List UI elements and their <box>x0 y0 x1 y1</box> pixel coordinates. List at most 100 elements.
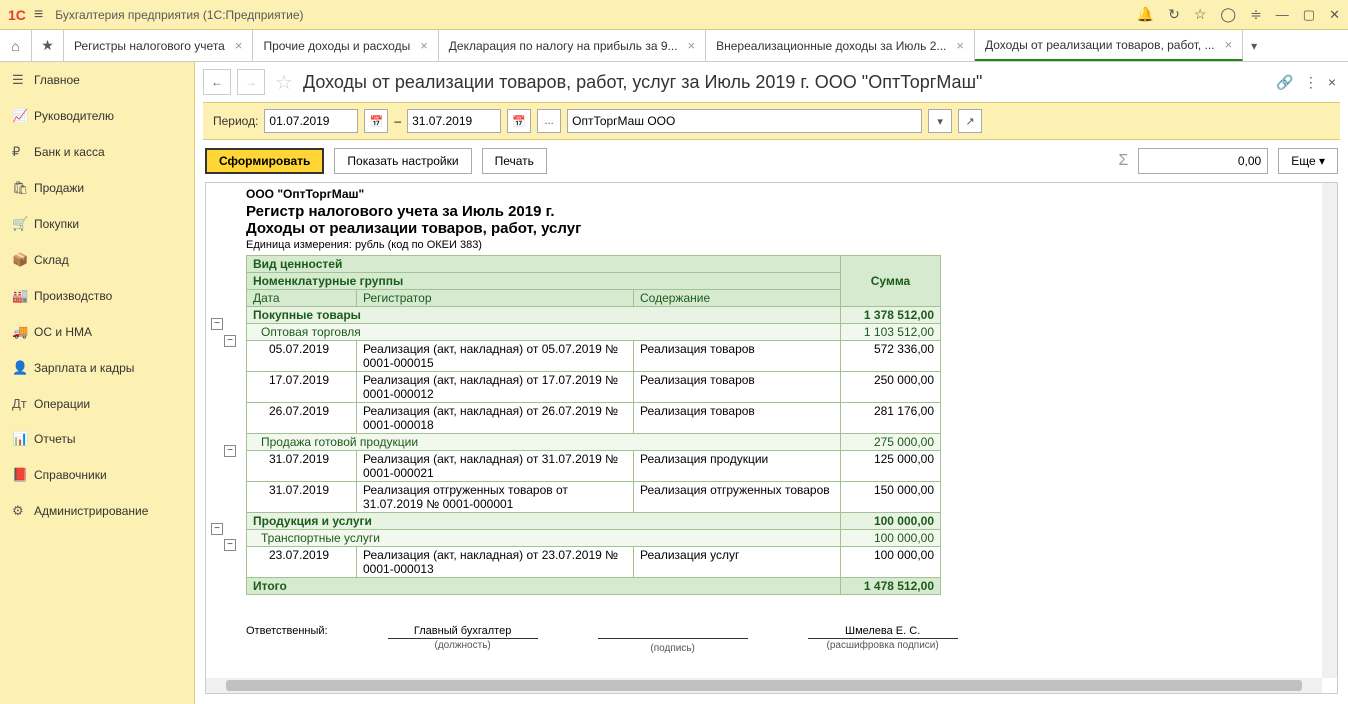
chart-icon: 📈 <box>12 108 34 124</box>
sidebar-label: Банк и касса <box>34 145 105 159</box>
sidebar-label: Администрирование <box>34 504 148 518</box>
row-cont: Реализация товаров <box>634 372 841 403</box>
more-button[interactable]: Еще ▾ <box>1278 148 1338 174</box>
sidebar-item-hr[interactable]: 👤Зарплата и кадры <box>0 350 194 386</box>
tab-close-icon[interactable]: × <box>1225 37 1233 52</box>
row-cont: Реализация товаров <box>634 341 841 372</box>
window-title: Бухгалтерия предприятия (1С:Предприятие) <box>55 8 1136 22</box>
sidebar-item-warehouse[interactable]: 📦Склад <box>0 242 194 278</box>
row-date: 26.07.2019 <box>247 403 357 434</box>
more-icon[interactable]: ⋮ <box>1304 74 1318 91</box>
sidebar-item-admin[interactable]: ⚙Администрирование <box>0 493 194 529</box>
tab-registry[interactable]: Регистры налогового учета× <box>64 30 253 61</box>
row-reg: Реализация (акт, накладная) от 05.07.201… <box>357 341 634 372</box>
book-icon: 📕 <box>12 467 34 483</box>
form-button[interactable]: Сформировать <box>205 148 324 174</box>
group-sum: 1 378 512,00 <box>841 307 941 324</box>
tab-close-icon[interactable]: × <box>420 38 428 53</box>
cart-icon: 🛒 <box>12 216 34 232</box>
calendar-from-icon[interactable]: 📅 <box>364 109 388 133</box>
history-icon[interactable]: ↻ <box>1168 6 1180 23</box>
bell-icon[interactable]: 🔔 <box>1137 6 1154 23</box>
sidebar-item-main[interactable]: ☰Главное <box>0 62 194 98</box>
sidebar-item-assets[interactable]: 🚚ОС и НМА <box>0 314 194 350</box>
row-sum: 250 000,00 <box>841 372 941 403</box>
row-date: 05.07.2019 <box>247 341 357 372</box>
sidebar-item-reports[interactable]: 📊Отчеты <box>0 421 194 457</box>
tree-toggle[interactable]: − <box>211 318 223 330</box>
tab-label: Декларация по налогу на прибыль за 9... <box>449 39 678 53</box>
tab-other-income[interactable]: Прочие доходы и расходы× <box>253 30 438 61</box>
sidebar-item-operations[interactable]: ДтОперации <box>0 386 194 421</box>
circle-icon[interactable]: ◯ <box>1220 6 1236 23</box>
tab-close-icon[interactable]: × <box>688 38 696 53</box>
sidebar-item-manager[interactable]: 📈Руководителю <box>0 98 194 134</box>
scrollbar-thumb[interactable] <box>226 680 1302 691</box>
sidebar-item-production[interactable]: 🏭Производство <box>0 278 194 314</box>
tab-label: Доходы от реализации товаров, работ, ... <box>985 38 1215 52</box>
report-title-line2: Доходы от реализации товаров, работ, усл… <box>246 220 1337 237</box>
print-button[interactable]: Печать <box>482 148 547 174</box>
sum-field[interactable] <box>1138 148 1268 174</box>
row-reg: Реализация (акт, накладная) от 23.07.201… <box>357 547 634 578</box>
date-from-input[interactable] <box>264 109 358 133</box>
favorite-icon[interactable]: ☆ <box>275 70 293 95</box>
tab-declaration[interactable]: Декларация по налогу на прибыль за 9... × <box>439 30 706 61</box>
row-cont: Реализация услуг <box>634 547 841 578</box>
sidebar-item-catalogs[interactable]: 📕Справочники <box>0 457 194 493</box>
minimize-icon[interactable]: — <box>1276 7 1289 22</box>
scrollbar-vertical[interactable] <box>1322 183 1337 678</box>
date-to-input[interactable] <box>407 109 501 133</box>
tab-nonoperating[interactable]: Внереализационные доходы за Июль 2...× <box>706 30 975 61</box>
box-icon: 📦 <box>12 252 34 268</box>
organization-input[interactable] <box>567 109 922 133</box>
nav-back-button[interactable]: ← <box>203 69 231 95</box>
calendar-to-icon[interactable]: 📅 <box>507 109 531 133</box>
close-panel-icon[interactable]: × <box>1328 74 1336 90</box>
tab-sales-income[interactable]: Доходы от реализации товаров, работ, ...… <box>975 30 1243 61</box>
maximize-icon[interactable]: ▢ <box>1303 7 1315 23</box>
report-area[interactable]: − − − − − ООО "ОптТоргМаш" Регистр налог… <box>205 182 1338 694</box>
star-icon[interactable]: ☆ <box>1194 6 1207 23</box>
row-date: 31.07.2019 <box>247 482 357 513</box>
group-sum: 100 000,00 <box>841 513 941 530</box>
tree-toggle[interactable]: − <box>224 445 236 457</box>
col-header: Вид ценностей <box>247 256 841 273</box>
home-tab-icon[interactable]: ⌂ <box>0 30 32 61</box>
tree-toggle[interactable]: − <box>224 539 236 551</box>
sidebar-label: Операции <box>34 397 90 411</box>
sig-position: Главный бухгалтер <box>414 625 511 637</box>
sig-position-desc: (должность) <box>435 640 491 651</box>
home-icon: ☰ <box>12 72 34 88</box>
org-open-icon[interactable]: ↗ <box>958 109 982 133</box>
sidebar-item-bank[interactable]: ₽Банк и касса <box>0 134 194 170</box>
org-dropdown-icon[interactable]: ▾ <box>928 109 952 133</box>
star-tab-icon[interactable]: ★ <box>32 30 64 61</box>
nav-forward-button[interactable]: → <box>237 69 265 95</box>
sidebar-item-purchases[interactable]: 🛒Покупки <box>0 206 194 242</box>
settings-icon[interactable]: ≑ <box>1250 6 1262 23</box>
tab-close-icon[interactable]: × <box>235 38 243 53</box>
link-icon[interactable]: 🔗 <box>1276 74 1293 91</box>
tree-toggle[interactable]: − <box>224 335 236 347</box>
tab-close-icon[interactable]: × <box>956 38 964 53</box>
show-settings-button[interactable]: Показать настройки <box>334 148 471 174</box>
subgroup-sum: 1 103 512,00 <box>841 324 941 341</box>
sig-name-desc: (расшифровка подписи) <box>827 640 939 651</box>
content: ← → ☆ Доходы от реализации товаров, рабо… <box>195 62 1348 704</box>
tree-toggle[interactable]: − <box>211 523 223 535</box>
row-reg: Реализация (акт, накладная) от 17.07.201… <box>357 372 634 403</box>
col-header: Номенклатурные группы <box>247 273 841 290</box>
tabs-dropdown-icon[interactable]: ▾ <box>1243 30 1265 61</box>
row-sum: 150 000,00 <box>841 482 941 513</box>
sidebar-item-sales[interactable]: 🛍Продажи <box>0 170 194 206</box>
close-icon[interactable]: ✕ <box>1329 7 1340 23</box>
sidebar-label: Производство <box>34 289 112 303</box>
menu-icon[interactable]: ≡ <box>34 6 43 24</box>
sidebar-label: Зарплата и кадры <box>34 361 134 375</box>
signature-block: Ответственный: Главный бухгалтер (должно… <box>246 625 1337 654</box>
report-org-name: ООО "ОптТоргМаш" <box>246 183 1337 203</box>
scrollbar-horizontal[interactable] <box>206 678 1322 693</box>
header-actions: 🔗 ⋮ × <box>1276 74 1336 91</box>
period-picker-button[interactable]: ... <box>537 109 561 133</box>
